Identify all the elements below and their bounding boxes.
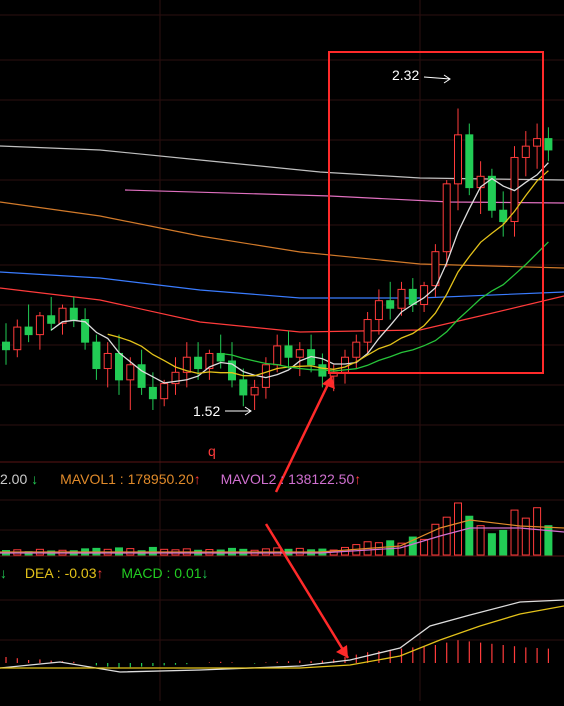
volume-bar <box>476 525 485 556</box>
macd-arrow: ↓ <box>201 565 209 581</box>
volume-bar <box>499 529 508 556</box>
macd-header: ↓ DEA : -0.03↑ MACD : 0.01↓ <box>0 562 213 584</box>
candle-body <box>386 300 395 309</box>
low-price-arrow <box>225 406 252 416</box>
candle-body <box>499 209 508 223</box>
candle-body <box>465 134 474 189</box>
pointer-arrow-up-head <box>322 376 335 389</box>
high-price-arrow <box>423 74 451 84</box>
moving-average-line <box>0 145 564 181</box>
chart-canvas: 2.32 1.52 q <box>0 0 564 701</box>
candle-body <box>194 356 203 370</box>
candle-body <box>295 349 304 358</box>
candle-body <box>544 138 553 151</box>
volume-bar <box>521 517 530 556</box>
candle-body <box>533 138 542 147</box>
candle-body <box>35 315 44 336</box>
moving-average-line <box>124 189 564 204</box>
macd-lead-arrow: ↓ <box>0 565 7 581</box>
candle-body <box>24 326 33 336</box>
mavol2-arrow: ↑ <box>354 471 362 487</box>
candle-body <box>261 364 270 388</box>
candle-body <box>442 183 451 253</box>
candle-body <box>115 352 123 381</box>
moving-average-line <box>0 201 564 269</box>
dea-line <box>0 605 564 669</box>
candle-body <box>81 319 90 343</box>
candle-body <box>397 288 406 309</box>
ma20-line <box>220 241 549 372</box>
dea-arrow: ↑ <box>96 565 104 581</box>
candle-body <box>273 345 282 366</box>
candle-body <box>374 300 383 321</box>
marker-label: q <box>208 443 216 459</box>
volume-bar <box>454 502 462 556</box>
candle-body <box>69 307 78 321</box>
candle-body <box>487 175 496 211</box>
prev-volume-arrow: ↓ <box>31 471 39 487</box>
candle-body <box>408 288 417 305</box>
candle-body <box>126 364 135 381</box>
mavol1-arrow: ↑ <box>193 471 201 487</box>
dea-label: DEA : -0.03 <box>24 565 97 581</box>
candle-body <box>476 175 485 189</box>
prev-volume-value: 2.00 <box>0 471 28 487</box>
candle-body <box>47 315 56 324</box>
candle-body <box>521 145 530 158</box>
volume-bar <box>465 515 474 556</box>
macd-label: MACD : 0.01 <box>121 565 202 581</box>
candle-body <box>454 134 462 185</box>
candle-body <box>148 386 157 400</box>
candle-body <box>2 341 10 351</box>
candle-body <box>92 341 101 370</box>
low-price-label: 1.52 <box>193 403 220 419</box>
pointer-arrow-down <box>264 523 350 659</box>
volume-bar <box>510 509 519 556</box>
candle-body <box>431 251 440 287</box>
mavol2-label: MAVOL2 : 138122.50 <box>220 471 355 487</box>
mavol1-label: MAVOL1 : 178950.20 <box>60 471 194 487</box>
candle-body <box>160 383 169 400</box>
high-price-label: 2.32 <box>392 67 419 83</box>
candlestick-chart: 2.32 1.52 q 2.00 ↓ MAVOL1 : 178950.20↑ MAVO… <box>0 0 564 701</box>
volume-header: 2.00 ↓ MAVOL1 : 178950.20↑ MAVOL2 : 13812… <box>0 468 365 490</box>
volume-bar <box>442 516 451 556</box>
candle-body <box>363 319 372 343</box>
candle-body <box>216 352 225 362</box>
dif-line <box>0 599 564 673</box>
candle-body <box>352 341 361 358</box>
candle-body <box>239 379 248 396</box>
volume-bar <box>148 546 157 556</box>
volume-bar <box>533 507 542 556</box>
candle-body <box>13 326 22 351</box>
moving-average-line <box>0 271 564 299</box>
volume-bar <box>487 533 496 556</box>
candle-body <box>103 352 112 370</box>
candle-body <box>284 345 293 358</box>
candle-body <box>250 386 259 396</box>
